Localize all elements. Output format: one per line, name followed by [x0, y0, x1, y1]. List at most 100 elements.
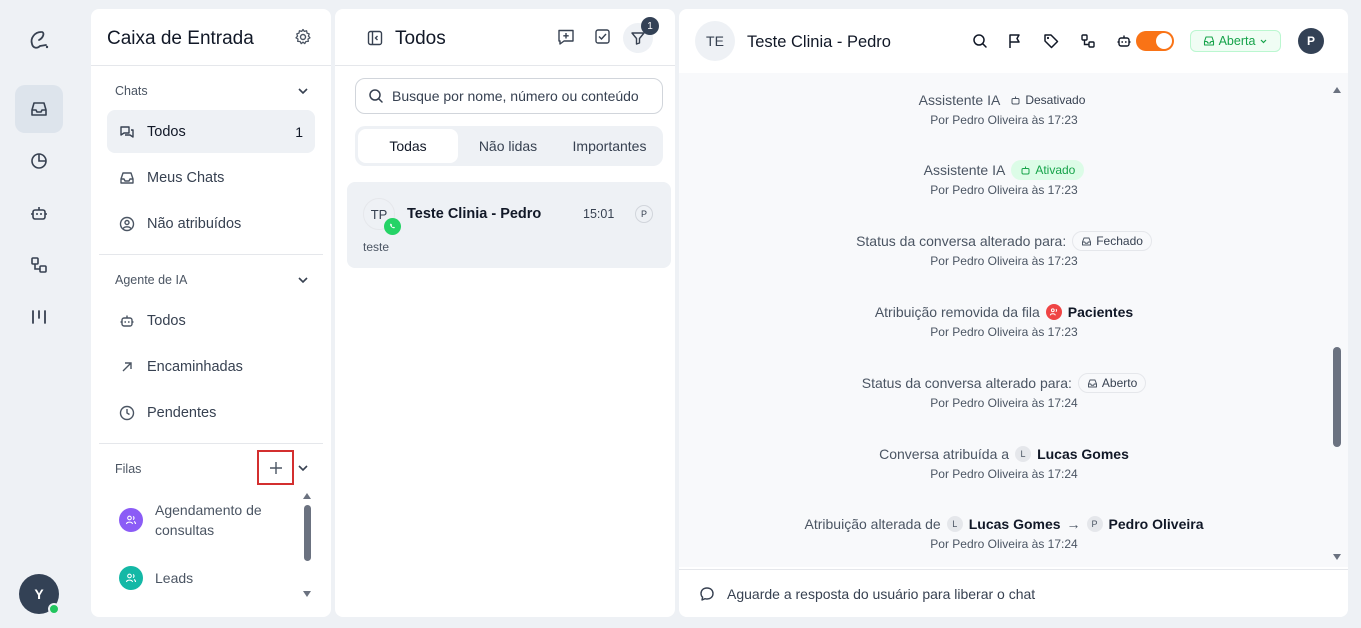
conversation-time: 15:01 — [583, 207, 615, 221]
ai-assistant-toggle[interactable] — [1136, 31, 1174, 51]
queues-scrollbar-thumb[interactable] — [304, 505, 311, 561]
nav-item-encaminhadas[interactable]: Encaminhadas — [107, 345, 315, 388]
inbox-panel-header: Caixa de Entrada — [91, 9, 331, 66]
search-input[interactable] — [392, 88, 652, 104]
left-rail: Y — [0, 0, 82, 628]
event-meta: Por Pedro Oliveira às 17:23 — [930, 113, 1078, 127]
add-queue-button[interactable] — [257, 450, 294, 485]
tab-nao-lidas[interactable]: Não lidas — [458, 129, 558, 163]
nav-item-count: 1 — [295, 123, 303, 140]
queue-item-agendamento[interactable]: Agendamento de consultas — [119, 500, 299, 540]
queues-section-label: Filas — [115, 462, 142, 476]
conversation-list-panel: Todos 1 Todas Não lidas Importantes TP T… — [335, 9, 675, 617]
inbox-panel: Caixa de Entrada Chats Todos 1 Meus Chat… — [91, 9, 331, 617]
arrow-up-right-icon — [119, 359, 135, 375]
chats-collapse-chevron-icon[interactable] — [296, 84, 310, 98]
workflow-icon — [29, 255, 49, 275]
tab-importantes[interactable]: Importantes — [558, 129, 661, 163]
queues-collapse-chevron-icon[interactable] — [296, 461, 310, 475]
workflow-nav-button[interactable] — [15, 241, 63, 289]
chat-scrollbar-thumb[interactable] — [1333, 347, 1341, 447]
conversation-name: Teste Clinia - Pedro — [407, 206, 542, 222]
chat-scroll-up-button[interactable] — [1333, 87, 1341, 93]
queue-item-label: Agendamento de consultas — [155, 502, 262, 538]
queues-scroll-up-button[interactable] — [303, 493, 311, 499]
inbox-title: Caixa de Entrada — [107, 28, 254, 49]
plus-icon — [269, 461, 283, 475]
tab-todas[interactable]: Todas — [358, 129, 458, 163]
inbox-icon — [1087, 378, 1098, 389]
status-closed-chip: Fechado — [1072, 231, 1152, 251]
reports-nav-button[interactable] — [15, 137, 63, 185]
event-meta: Por Pedro Oliveira às 17:23 — [930, 325, 1078, 339]
nav-item-nao-atribuidos[interactable]: Não atribuídos — [107, 202, 315, 245]
queues-scroll-down-button[interactable] — [303, 591, 311, 597]
queue-item-leads[interactable]: Leads — [119, 566, 299, 590]
chat-events-area: Assistente IA Desativado Por Pedro Olive… — [679, 73, 1348, 567]
inbox-nav-button[interactable] — [15, 85, 63, 133]
search-icon[interactable] — [972, 33, 988, 49]
settings-gear-icon[interactable] — [294, 28, 312, 46]
nav-item-meus-chats[interactable]: Meus Chats — [107, 156, 315, 199]
chip-label: Fechado — [1096, 234, 1143, 248]
chat-footer-message: Aguarde a resposta do usuário para liber… — [727, 585, 1036, 602]
collapse-sidebar-icon[interactable] — [367, 30, 383, 46]
nav-item-todos[interactable]: Todos 1 — [107, 110, 315, 153]
agent-name: Lucas Gomes — [1037, 446, 1129, 462]
flag-icon[interactable] — [1007, 33, 1023, 49]
agent-name: Pedro Oliveira — [1108, 516, 1204, 532]
robot-icon — [29, 203, 49, 223]
robot-icon — [1116, 33, 1132, 49]
event-meta: Por Pedro Oliveira às 17:24 — [930, 396, 1078, 410]
current-user-avatar[interactable]: P — [1298, 28, 1324, 54]
conversation-preview: teste — [363, 240, 390, 254]
queue-users-icon — [1045, 304, 1062, 320]
app-logo[interactable] — [27, 28, 51, 54]
bot-nav-button[interactable] — [15, 189, 63, 237]
ai-collapse-chevron-icon[interactable] — [296, 273, 310, 287]
nav-item-label: Pendentes — [147, 404, 217, 421]
workflow-icon[interactable] — [1080, 33, 1096, 49]
conversation-list-item[interactable]: TP Teste Clinia - Pedro 15:01 P teste — [347, 182, 671, 268]
event-text: Atribuição removida da fila — [874, 304, 1040, 320]
chat-panel: TE Teste Clinia - Pedro Aberta P Assiste… — [679, 9, 1348, 617]
ai-enabled-chip: Ativado — [1011, 160, 1085, 180]
event-item: Conversa atribuída a L Lucas Gomes Por P… — [679, 443, 1329, 481]
chat-scroll-down-button[interactable] — [1333, 554, 1341, 560]
arrow-right-icon: → — [1066, 516, 1081, 532]
filter-count-badge: 1 — [641, 17, 659, 35]
chip-label: Ativado — [1035, 163, 1076, 177]
pie-chart-icon — [29, 151, 49, 171]
user-avatar-initial: Y — [34, 586, 44, 602]
agent-name: Lucas Gomes — [968, 516, 1061, 532]
tag-icon[interactable] — [1043, 33, 1059, 49]
nav-item-label: Não atribuídos — [147, 215, 242, 232]
inbox-icon — [119, 170, 135, 186]
search-box — [355, 78, 663, 114]
event-text: Assistente IA — [923, 162, 1006, 178]
user-avatar[interactable]: Y — [19, 574, 60, 615]
event-text: Status da conversa alterado para: — [856, 233, 1067, 249]
toggle-knob — [1156, 33, 1172, 49]
event-meta: Por Pedro Oliveira às 17:23 — [930, 254, 1078, 268]
conversation-status-dropdown[interactable]: Aberta — [1190, 30, 1281, 52]
event-meta: Por Pedro Oliveira às 17:23 — [930, 183, 1078, 197]
users-icon — [119, 508, 143, 532]
chat-header: TE Teste Clinia - Pedro Aberta P — [679, 9, 1348, 73]
event-item: Status da conversa alterado para: Aberto… — [679, 372, 1329, 410]
chat-bubbles-icon — [119, 124, 135, 140]
filter-tabs: Todas Não lidas Importantes — [355, 126, 663, 166]
queue-name: Pacientes — [1067, 304, 1134, 320]
kanban-nav-button[interactable] — [15, 293, 63, 341]
chat-contact-avatar[interactable]: TE — [695, 21, 735, 61]
select-checkbox-icon[interactable] — [594, 28, 611, 45]
chip-label: Aberto — [1101, 376, 1138, 390]
chat-title: Teste Clinia - Pedro — [747, 33, 891, 51]
new-conversation-icon[interactable] — [557, 28, 575, 46]
event-meta: Por Pedro Oliveira às 17:24 — [930, 467, 1078, 481]
user-circle-icon — [119, 216, 135, 232]
search-icon — [368, 88, 384, 104]
nav-item-ai-todos[interactable]: Todos — [107, 299, 315, 342]
nav-item-pendentes[interactable]: Pendentes — [107, 391, 315, 434]
chip-label: Desativado — [1025, 93, 1086, 107]
